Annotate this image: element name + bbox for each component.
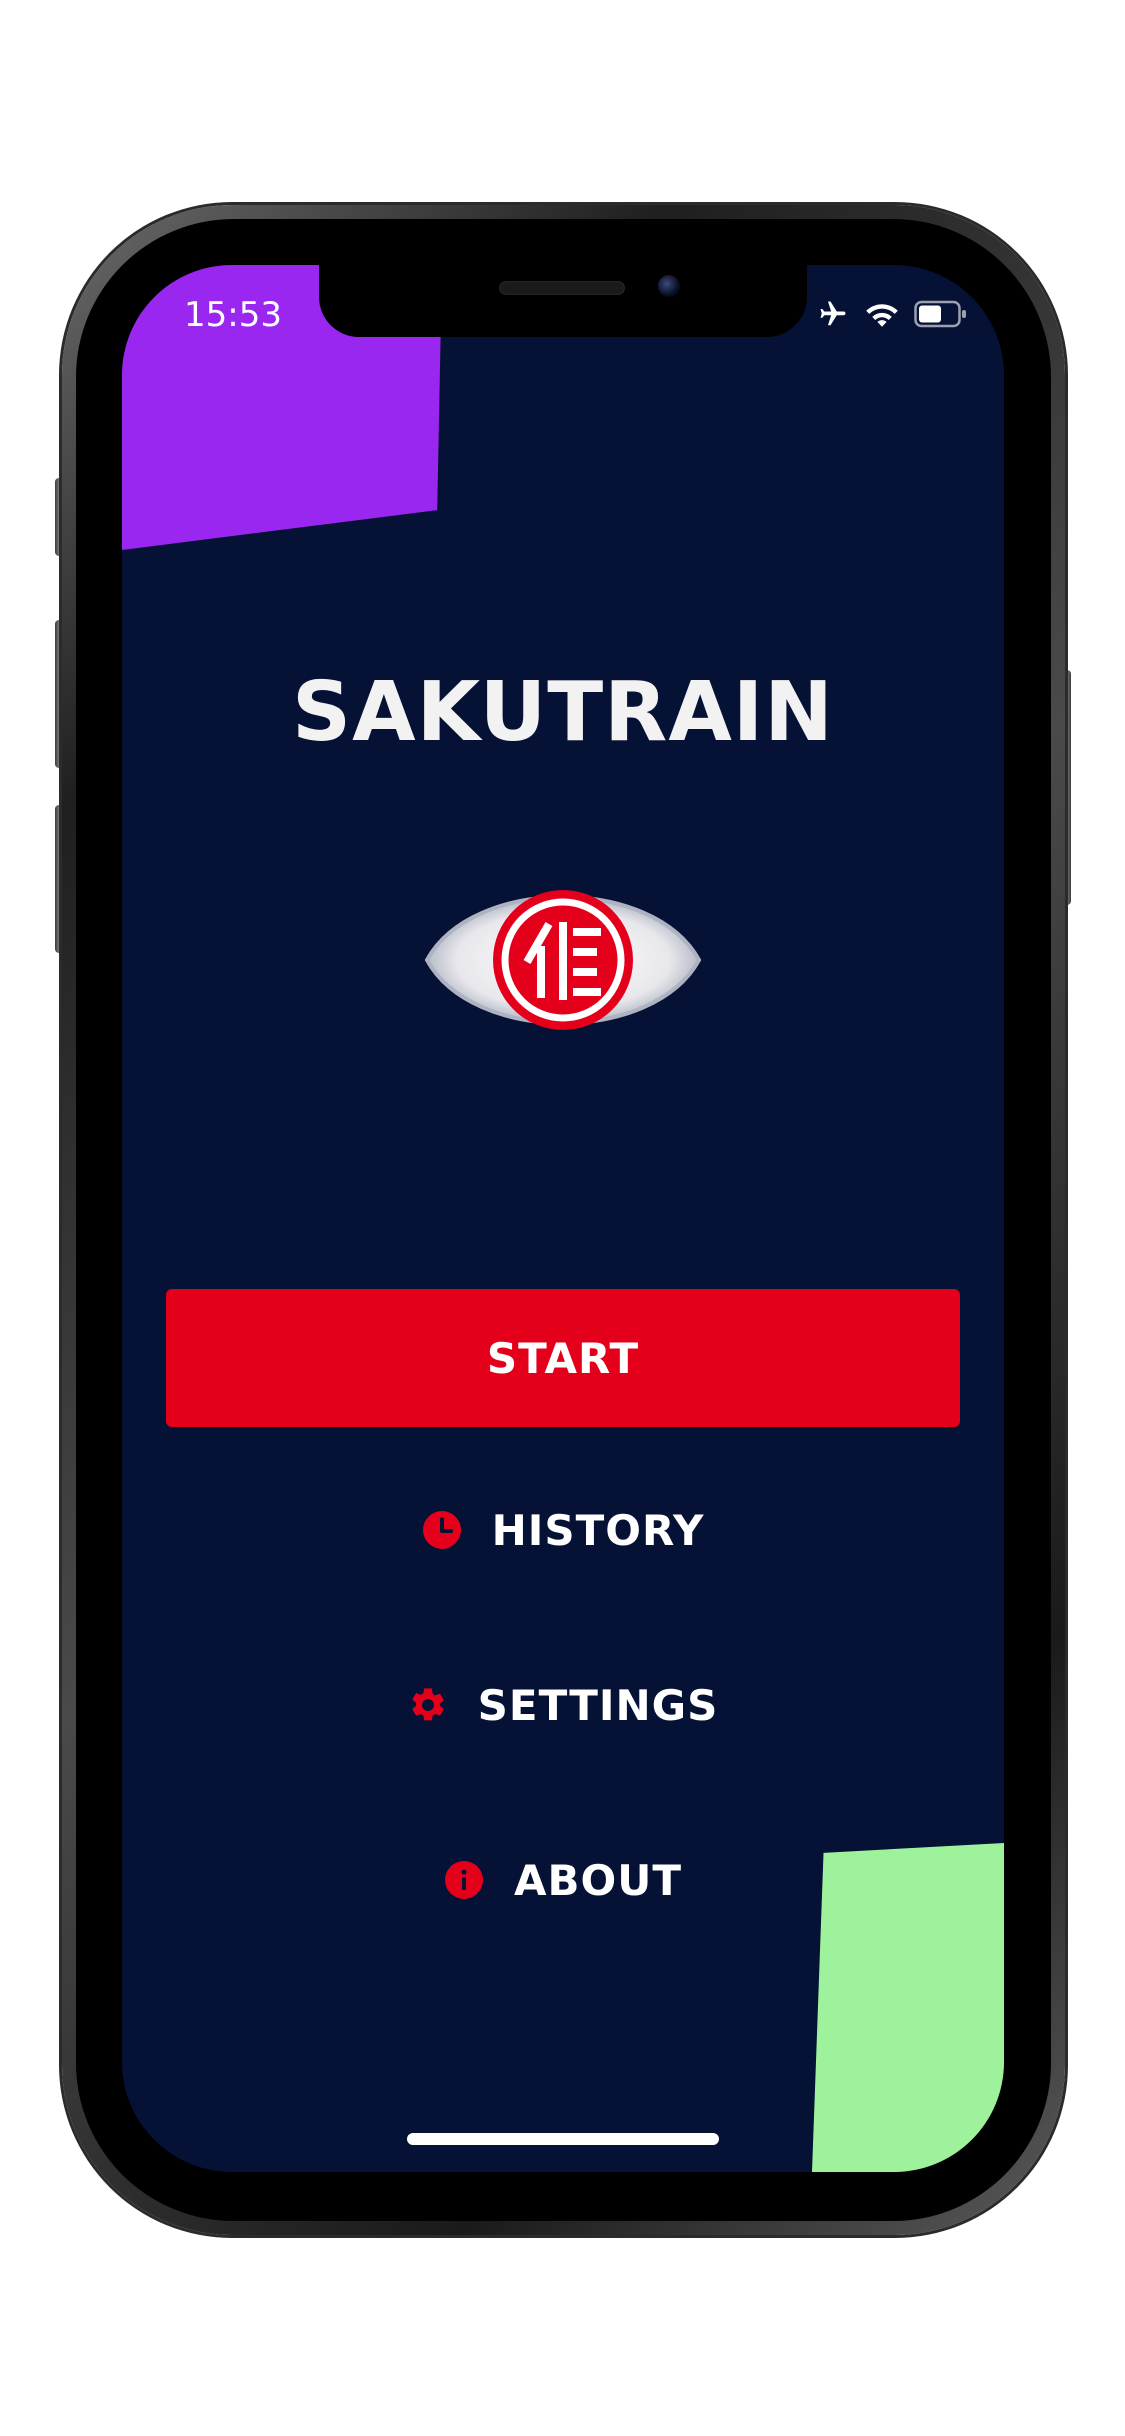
front-camera [658,275,680,297]
start-button-label: START [486,1333,640,1383]
start-button[interactable]: START [166,1289,960,1427]
status-icons [816,299,968,333]
app-screen: 15:53 SAKUTRAIN START HISTORY SETTINGS A… [122,265,1004,2172]
wifi-icon [864,300,900,332]
gear-icon [408,1685,448,1725]
clock-icon [422,1510,462,1550]
about-menu-item[interactable]: ABOUT [122,1840,1004,1920]
eye-logo-icon [423,870,703,1050]
history-menu-item[interactable]: HISTORY [122,1490,1004,1570]
history-menu-label: HISTORY [491,1505,705,1555]
battery-icon [914,300,968,332]
settings-menu-item[interactable]: SETTINGS [122,1665,1004,1745]
settings-menu-label: SETTINGS [477,1680,719,1730]
device-mockup: 15:53 SAKUTRAIN START HISTORY SETTINGS A… [0,0,1125,2436]
about-menu-label: ABOUT [514,1855,682,1905]
info-icon [444,1860,484,1900]
home-indicator[interactable] [407,2133,719,2145]
speaker-grille [499,281,625,295]
airplane-icon [816,299,850,333]
app-title: SAKUTRAIN [292,665,834,760]
status-time: 15:53 [184,295,282,335]
notch [319,265,807,337]
